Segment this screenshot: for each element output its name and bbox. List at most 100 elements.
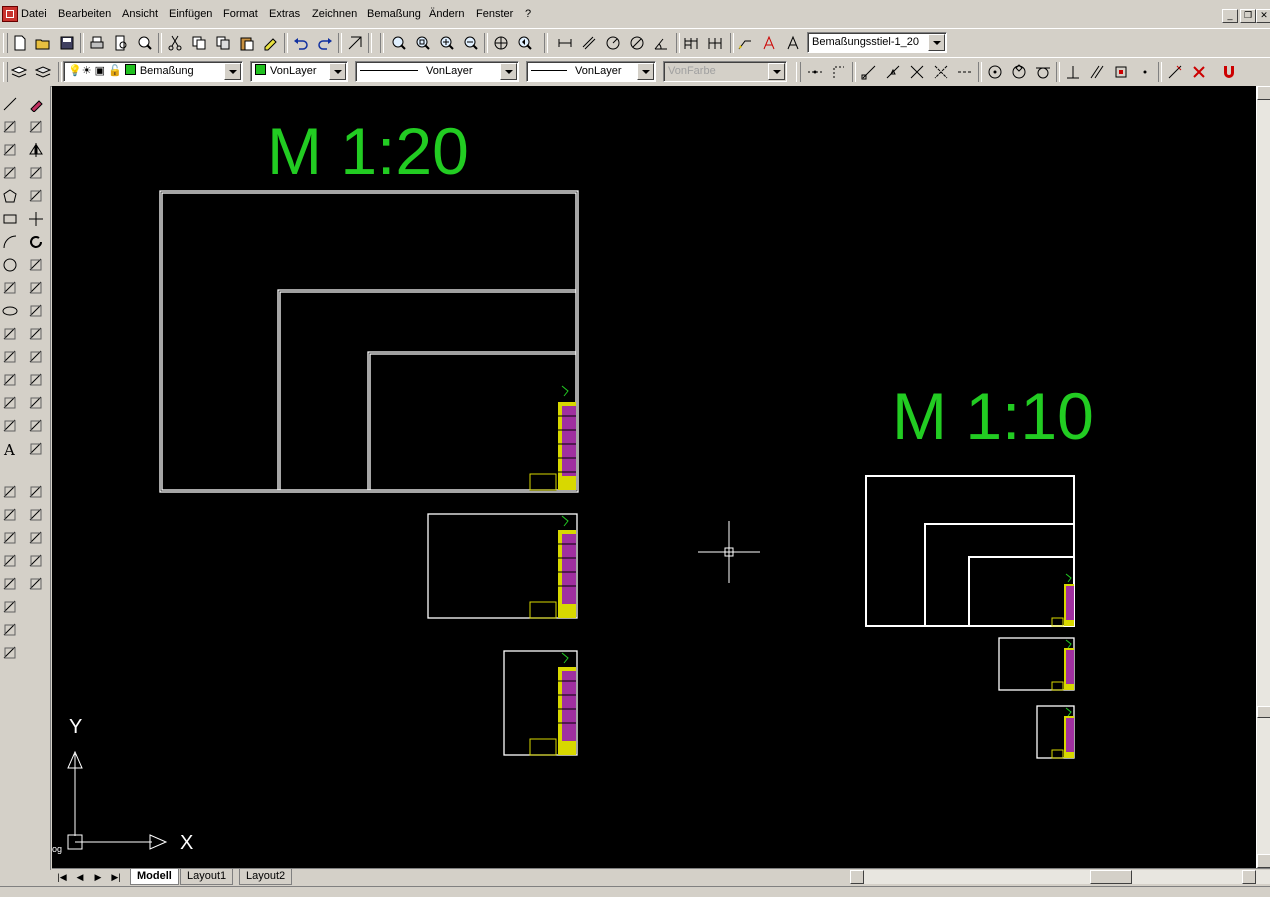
- copy-icon[interactable]: [26, 117, 46, 137]
- app-icon[interactable]: [2, 6, 18, 22]
- zoom-previous-icon[interactable]: [516, 34, 534, 52]
- layer-manager-icon[interactable]: [10, 63, 28, 81]
- diameter-dimension-icon[interactable]: [628, 34, 646, 52]
- osnap-extension-icon[interactable]: [956, 63, 974, 81]
- print-preview-icon[interactable]: [112, 34, 130, 52]
- osnap-midpoint-icon[interactable]: [884, 63, 902, 81]
- layer-previous-icon[interactable]: [34, 63, 52, 81]
- insert-block-icon[interactable]: [0, 324, 20, 344]
- polygon-icon[interactable]: [0, 186, 20, 206]
- erase-icon[interactable]: [26, 94, 46, 114]
- offset-icon[interactable]: [26, 163, 46, 183]
- baseline-dimension-icon[interactable]: [682, 34, 700, 52]
- tab-layout1[interactable]: Layout1: [180, 869, 234, 885]
- scroll-up-button[interactable]: [1257, 86, 1270, 100]
- vertical-scrollbar[interactable]: [1256, 86, 1270, 868]
- chevron-down-icon[interactable]: [928, 34, 945, 51]
- minimize-button[interactable]: _: [1222, 9, 1238, 23]
- line-icon[interactable]: [0, 94, 20, 114]
- aligned-dimension-icon[interactable]: [580, 34, 598, 52]
- toolbar-grip[interactable]: [3, 62, 8, 82]
- osnap-nearest-icon[interactable]: [1166, 63, 1184, 81]
- osnap-perpendicular-icon[interactable]: [1064, 63, 1082, 81]
- dim-arc-icon[interactable]: [26, 505, 46, 525]
- osnap-insert-icon[interactable]: [1112, 63, 1130, 81]
- previous-tab-button[interactable]: ◀: [72, 870, 88, 884]
- scroll-left-button[interactable]: [850, 870, 864, 884]
- menu-datei[interactable]: Datei: [21, 8, 47, 20]
- pan-icon[interactable]: [346, 34, 364, 52]
- osnap-node-icon[interactable]: [1136, 63, 1154, 81]
- osnap-from-icon[interactable]: [830, 63, 848, 81]
- rotate-icon[interactable]: [26, 232, 46, 252]
- osnap-quadrant-icon[interactable]: [1010, 63, 1028, 81]
- text-style-icon[interactable]: [0, 643, 20, 663]
- chevron-down-icon[interactable]: [224, 63, 241, 80]
- text-icon[interactable]: A: [0, 439, 20, 459]
- layer-select[interactable]: 💡☀ ▣ 🔓 Bemaßung: [63, 61, 243, 82]
- toolbar-grip[interactable]: [796, 62, 801, 82]
- scroll-thumb[interactable]: [1090, 870, 1132, 884]
- point-icon[interactable]: [0, 370, 20, 390]
- zoom-all-icon[interactable]: [492, 34, 510, 52]
- osnap-tangent-icon[interactable]: [1034, 63, 1052, 81]
- dim-linear-icon[interactable]: [26, 482, 46, 502]
- lineweight-select[interactable]: VonLayer: [526, 61, 656, 82]
- array-icon[interactable]: [26, 186, 46, 206]
- linetype-select[interactable]: VonLayer: [355, 61, 519, 82]
- open-folder-icon[interactable]: [34, 34, 52, 52]
- break-icon[interactable]: [26, 370, 46, 390]
- move-icon[interactable]: [26, 209, 46, 229]
- edit-text-icon[interactable]: [0, 528, 20, 548]
- osnap-parallel-icon[interactable]: [1088, 63, 1106, 81]
- angular-dimension-icon[interactable]: [652, 34, 670, 52]
- extend-icon[interactable]: [26, 347, 46, 367]
- attdef-icon[interactable]: [26, 574, 46, 594]
- polyline-edit-icon[interactable]: [0, 551, 20, 571]
- toolbar-grip[interactable]: [3, 33, 8, 53]
- copy-link-icon[interactable]: [214, 34, 232, 52]
- horizontal-scrollbar[interactable]: [850, 870, 1270, 884]
- menu-bemassung[interactable]: Bemaßung: [367, 8, 421, 20]
- osnap-settings-icon[interactable]: [1220, 63, 1238, 81]
- first-tab-button[interactable]: |◀: [54, 870, 70, 884]
- spline-icon[interactable]: [0, 278, 20, 298]
- stretch-icon[interactable]: [26, 278, 46, 298]
- polyline-icon[interactable]: [0, 163, 20, 183]
- list-icon[interactable]: [26, 551, 46, 571]
- attribute-edit-icon[interactable]: [0, 597, 20, 617]
- zoom-out-icon[interactable]: [462, 34, 480, 52]
- print-icon[interactable]: [88, 34, 106, 52]
- paste-icon[interactable]: [238, 34, 256, 52]
- close-button[interactable]: ✕: [1256, 9, 1270, 23]
- fillet-icon[interactable]: [26, 416, 46, 436]
- hatch-icon[interactable]: [0, 393, 20, 413]
- zoom-in-icon[interactable]: [438, 34, 456, 52]
- chevron-down-icon[interactable]: [637, 63, 654, 80]
- osnap-endpoint-icon[interactable]: [860, 63, 878, 81]
- menu-zeichnen[interactable]: Zeichnen: [312, 8, 357, 20]
- undo-icon[interactable]: [292, 34, 310, 52]
- match-properties-icon[interactable]: [262, 34, 280, 52]
- model-space[interactable]: [52, 86, 1256, 868]
- redo-icon[interactable]: [316, 34, 334, 52]
- osnap-intersection-icon[interactable]: [908, 63, 926, 81]
- trim-icon[interactable]: [26, 324, 46, 344]
- multiline-text-icon[interactable]: [0, 620, 20, 640]
- menu-format[interactable]: Format: [223, 8, 258, 20]
- dimension-style-icon[interactable]: [784, 34, 802, 52]
- osnap-none-icon[interactable]: [1190, 63, 1208, 81]
- ellipse-icon[interactable]: [0, 301, 20, 321]
- copy-icon[interactable]: [190, 34, 208, 52]
- osnap-tracking-icon[interactable]: [806, 63, 824, 81]
- dimension-text-edit-icon[interactable]: [760, 34, 778, 52]
- chamfer-icon[interactable]: [26, 393, 46, 413]
- zoom-realtime-icon[interactable]: [390, 34, 408, 52]
- next-tab-button[interactable]: ▶: [90, 870, 106, 884]
- rectangle-icon[interactable]: [0, 209, 20, 229]
- scroll-thumb[interactable]: [1257, 706, 1270, 718]
- make-block-icon[interactable]: [0, 347, 20, 367]
- scale-icon[interactable]: [26, 255, 46, 275]
- explode-icon[interactable]: [26, 439, 46, 459]
- dimstyle-select[interactable]: Bemaßungsstiel-1_20: [807, 32, 947, 53]
